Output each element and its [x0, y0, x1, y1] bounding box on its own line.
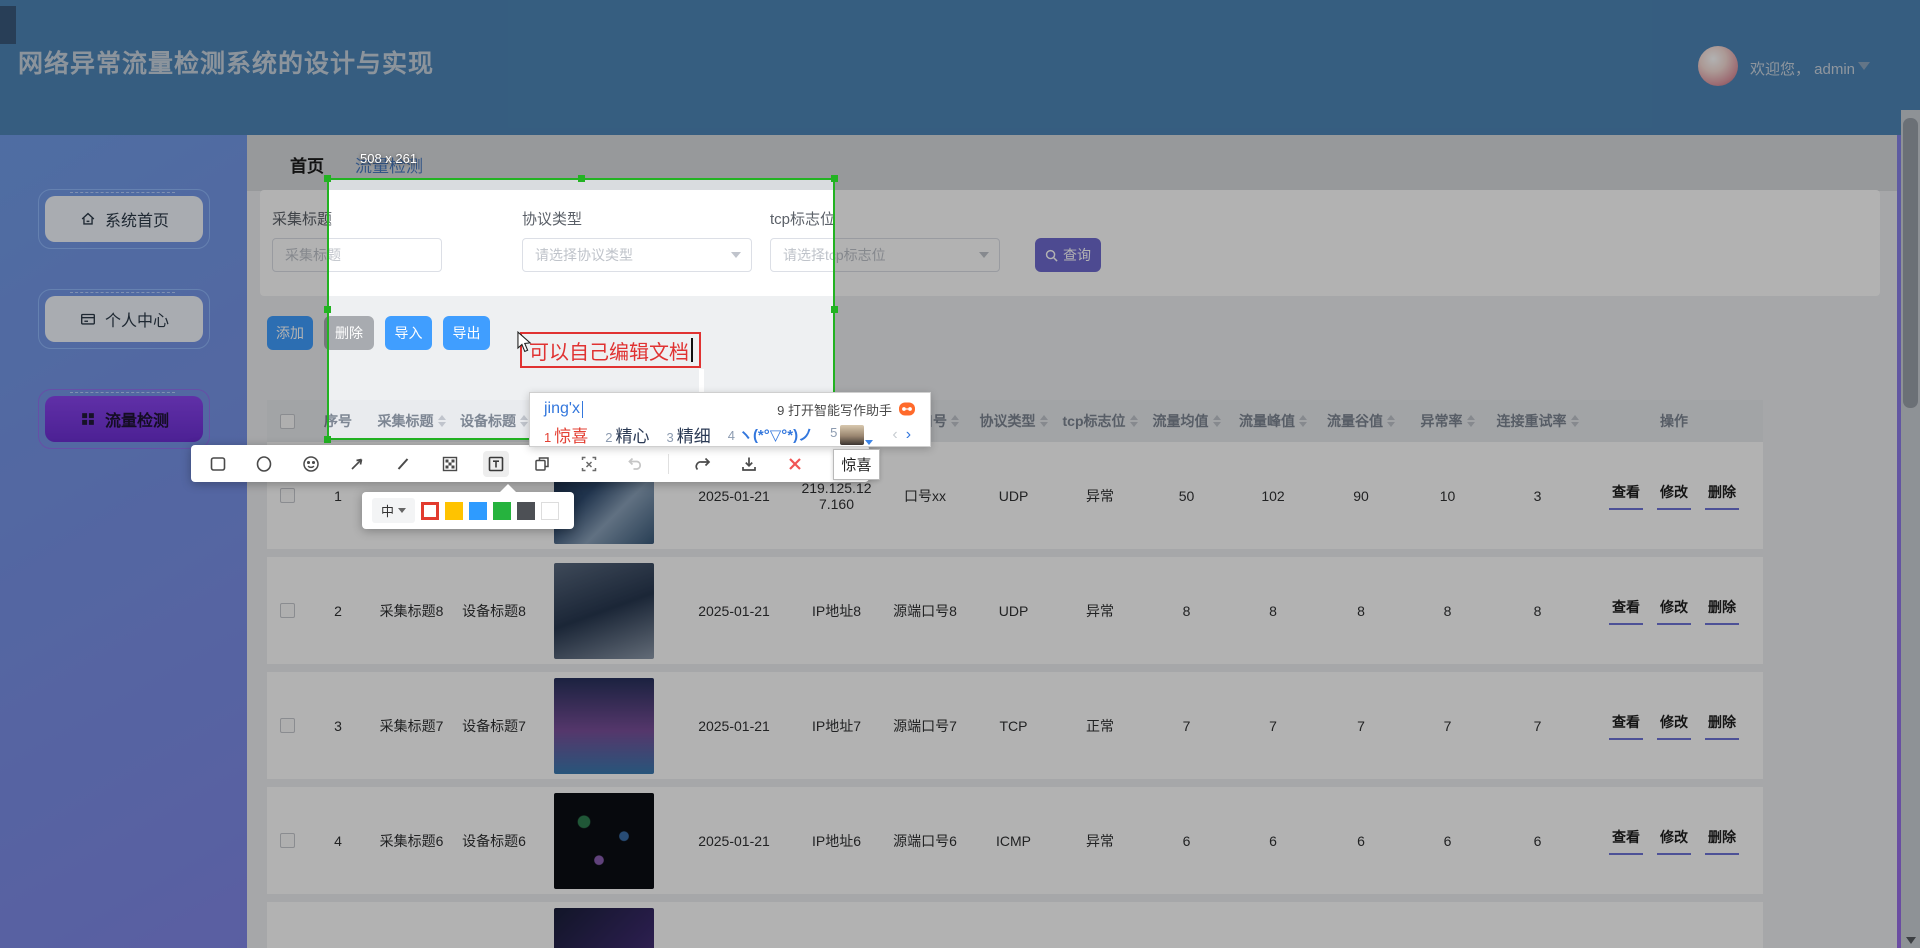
- writing-assistant-icon[interactable]: [898, 400, 916, 418]
- pin-tool-icon[interactable]: [529, 451, 555, 477]
- rectangle-tool-icon[interactable]: [205, 451, 231, 477]
- emoji-tool-icon[interactable]: [298, 451, 324, 477]
- ime-candidate[interactable]: 3精细: [666, 422, 710, 447]
- color-swatch-red[interactable]: [421, 502, 439, 520]
- annotation-text: 可以自己编辑文档: [529, 336, 689, 365]
- selection-handle[interactable]: [831, 306, 838, 313]
- arrow-tool-icon[interactable]: [344, 451, 370, 477]
- ocr-tool-icon[interactable]: [576, 451, 602, 477]
- color-swatch-white[interactable]: [541, 502, 559, 520]
- font-size-dropdown[interactable]: 中: [372, 498, 415, 523]
- ime-candidate[interactable]: 5: [830, 425, 873, 445]
- share-tool-icon[interactable]: [690, 451, 716, 477]
- ime-next-page-icon[interactable]: ›: [906, 426, 911, 444]
- dim-overlay-left: [0, 178, 327, 440]
- ime-assistant-hint[interactable]: 9 打开智能写作助手: [777, 400, 892, 419]
- selection-handle[interactable]: [831, 175, 838, 182]
- dim-overlay-top: [0, 0, 1920, 178]
- page: 网络异常流量检测系统的设计与实现 欢迎您， admin 系统首页 个人中心 流量…: [0, 0, 1920, 948]
- ime-inline-preview: 惊喜: [833, 449, 880, 480]
- cancel-tool-icon[interactable]: [782, 451, 808, 477]
- ime-prev-page-icon[interactable]: ‹: [892, 426, 897, 444]
- dim-overlay-bottom: [0, 440, 1920, 948]
- dim-overlay-right: [835, 178, 1920, 440]
- capture-toolbar: [191, 445, 869, 482]
- selection-handle[interactable]: [324, 436, 331, 443]
- toolbar-separator: [668, 454, 669, 474]
- annotation-style-popup: 中: [362, 492, 574, 529]
- ime-candidate-image: [840, 425, 864, 445]
- ime-candidate[interactable]: 1惊喜: [544, 422, 588, 447]
- chevron-down-icon: [398, 508, 406, 513]
- ellipse-tool-icon[interactable]: [251, 451, 277, 477]
- selection-handle[interactable]: [578, 175, 585, 182]
- color-swatch-green[interactable]: [493, 502, 511, 520]
- color-swatch-yellow[interactable]: [445, 502, 463, 520]
- text-annotation-box[interactable]: 可以自己编辑文档: [520, 332, 701, 368]
- ime-popup: jing'x 9 打开智能写作助手 1惊喜 2精心 3精细 4ヽ(*°▽°*)ノ…: [529, 392, 931, 447]
- ime-candidate[interactable]: 4ヽ(*°▽°*)ノ: [728, 424, 813, 445]
- font-size-value: 中: [381, 501, 394, 520]
- undo-tool-icon[interactable]: [622, 451, 648, 477]
- chevron-down-icon: [865, 440, 873, 445]
- save-tool-icon[interactable]: [736, 451, 762, 477]
- ime-composition: jing'x: [544, 400, 583, 418]
- selection-handle[interactable]: [324, 306, 331, 313]
- text-tool-icon[interactable]: [483, 451, 509, 477]
- color-swatch-dark[interactable]: [517, 502, 535, 520]
- ime-candidate[interactable]: 2精心: [605, 422, 649, 447]
- selection-handle[interactable]: [324, 175, 331, 182]
- pen-tool-icon[interactable]: [390, 451, 416, 477]
- text-caret: [582, 401, 583, 418]
- selection-size-label: 508 x 261: [360, 151, 417, 166]
- color-swatch-blue[interactable]: [469, 502, 487, 520]
- text-caret: [691, 338, 693, 362]
- mosaic-tool-icon[interactable]: [437, 451, 463, 477]
- mouse-cursor: [514, 331, 534, 353]
